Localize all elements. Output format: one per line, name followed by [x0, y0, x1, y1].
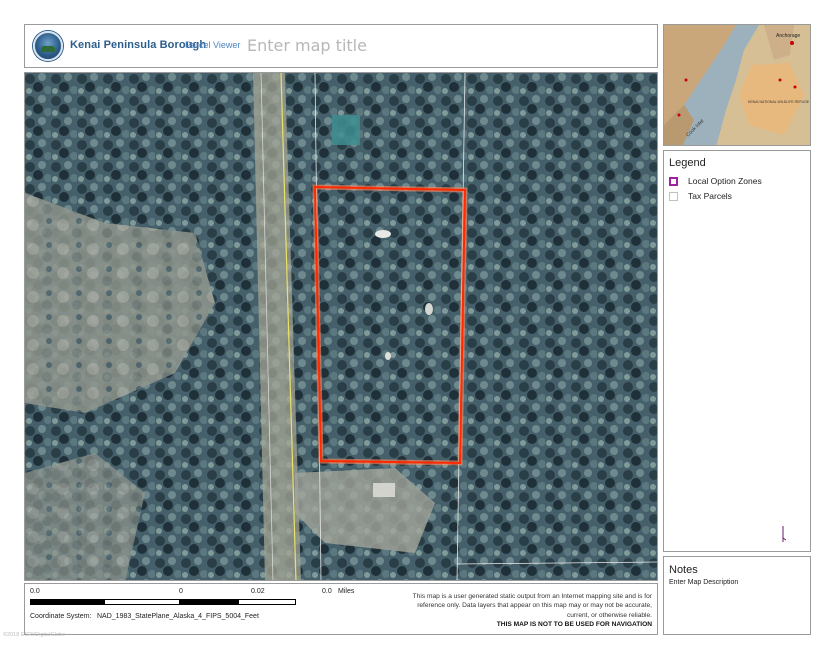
legend-swatch	[669, 191, 678, 201]
notes-panel: Notes Enter Map Description	[663, 556, 811, 635]
legend-title: Legend	[669, 157, 706, 169]
kpb-seal-icon	[33, 31, 63, 61]
disclaimer-line: reference only. Data layers that appear …	[417, 602, 652, 610]
north-arrow-icon	[782, 526, 787, 542]
overview-map[interactable]: Anchorage Cook Inlet KENAI NATIONAL WILD…	[663, 24, 811, 146]
overview-label: Anchorage	[776, 33, 800, 39]
overview-map-graphic: Anchorage Cook Inlet KENAI NATIONAL WILD…	[664, 25, 810, 145]
scale-label: 0.0	[30, 588, 40, 595]
map-view[interactable]	[24, 72, 658, 581]
scale-label: 0.02	[251, 588, 265, 595]
aerial-imagery	[25, 73, 657, 580]
app-name: Parcel Viewer	[185, 40, 241, 50]
legend-panel: Legend Local Option Zones Tax Parcels	[663, 150, 811, 552]
map-title-input[interactable]: Enter map title	[247, 36, 367, 55]
legend-item-local-option-zones[interactable]: Local Option Zones	[669, 175, 762, 187]
imagery-credit: ©2018 ESRI/DigitalGlobe	[3, 632, 66, 638]
scale-bar	[30, 599, 296, 605]
scale-label: 0	[179, 588, 183, 595]
legend-label: Local Option Zones	[688, 176, 762, 186]
disclaimer: This map is a user generated static outp…	[397, 592, 652, 629]
notes-title: Notes	[669, 564, 698, 576]
disclaimer-line: This map is a user generated static outp…	[412, 593, 652, 600]
scale-unit: Miles	[338, 588, 355, 595]
map-header: Kenai Peninsula Borough Parcel Viewer En…	[24, 24, 658, 68]
scale-label: 0.0	[322, 588, 332, 595]
navigation-warning: THIS MAP IS NOT TO BE USED FOR NAVIGATIO…	[496, 620, 652, 628]
legend-item-tax-parcels[interactable]: Tax Parcels	[669, 190, 732, 202]
notes-description[interactable]: Enter Map Description	[669, 579, 738, 586]
coordinate-system-label: Coordinate System:	[30, 613, 92, 620]
map-footer: 0.0 0 0.02 0.0 Miles Coordinate System: …	[24, 583, 658, 635]
disclaimer-line: current, or otherwise reliable.	[566, 611, 652, 619]
legend-swatch	[669, 176, 678, 186]
overview-label: KENAI NATIONAL WILDLIFE REFUGE	[748, 100, 810, 104]
coordinate-system-value: NAD_1983_StatePlane_Alaska_4_FIPS_5004_F…	[97, 613, 259, 620]
legend-label: Tax Parcels	[688, 191, 732, 201]
